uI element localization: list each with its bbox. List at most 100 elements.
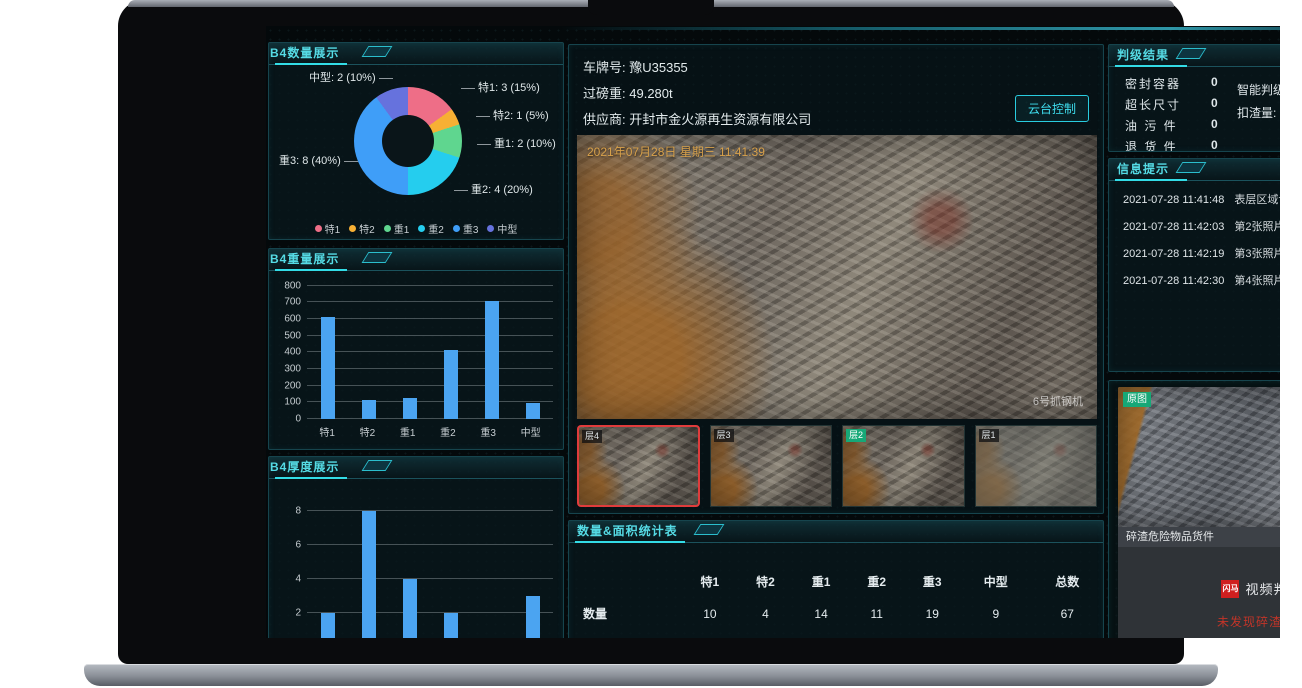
top-glow-line (561, 27, 1280, 30)
info-message-text: 第4张照片表层判级 (1234, 275, 1280, 287)
table-row-label: 面积 (569, 631, 682, 638)
y-axis-tick: 2 (295, 607, 301, 618)
weight-bar-chart: 0100200300400500600700800 特1特2重1重2重3中型 (277, 279, 553, 439)
donut-callout-text: 特1: 3 (15%) (478, 82, 540, 94)
donut-callout: 中型: 2 (10%) (309, 69, 396, 85)
donut-legend: 特1 特2 重1 重2 重3 中型 (269, 221, 563, 236)
donut-callout: 重1: 2 (10%) (474, 135, 556, 151)
y-axis-tick: 4 (295, 573, 301, 584)
table-cell: — (904, 631, 960, 638)
quantity-donut-chart: 特1: 3 (15%)特2: 1 (5%)重1: 2 (10%)重2: 4 (2… (269, 67, 563, 217)
donut-callout-text: 重1: 2 (10%) (494, 138, 556, 150)
info-message: 2021-07-28 11:42:19第3张照片表层判级 (1123, 245, 1280, 261)
bar (321, 317, 335, 419)
thickness-bar-chart: 2468 (277, 497, 553, 638)
plate-value: 豫U35355 (629, 60, 688, 75)
statistics-panel: 数量&面积统计表 特1特2重1重2重3中型总数数量104141119967面积—… (568, 520, 1104, 638)
result-card: 原图 碎渣危险物品货件 闪马 视频判级平台 未发现碎渣危险物件 (1118, 387, 1280, 638)
table-cell: — (738, 631, 794, 638)
x-axis-label: 特1 (319, 424, 335, 439)
y-axis-tick: 8 (295, 505, 301, 516)
table-header-row: 特1特2重1重2重3中型总数 (569, 567, 1103, 596)
table-header-cell: 中型 (960, 567, 1031, 596)
info-message-time: 2021-07-28 11:42:30 (1123, 275, 1224, 287)
ptz-control-button[interactable]: 云台控制 (1015, 95, 1089, 122)
original-image-tag: 原图 (1123, 392, 1151, 407)
legend-label: 特1 (325, 221, 341, 236)
bar (362, 400, 376, 419)
table-row-label: 数量 (569, 596, 682, 631)
legend-label: 重3 (463, 221, 479, 236)
y-axis-tick: 700 (284, 297, 301, 308)
thickness-plot-area: 2468 (307, 497, 553, 638)
legend-item[interactable]: 中型 (487, 221, 517, 236)
legend-item[interactable]: 特2 (349, 221, 375, 236)
info-message-text: 第3张照片表层判级 (1234, 248, 1280, 260)
photo-thumbnail[interactable]: 层4 (577, 425, 700, 507)
photo-thumbnail[interactable]: 层3 (710, 425, 833, 507)
dashboard-screen: B4数量展示 特1: 3 (15%)特2: 1 (5%)重1: 2 (10%)重… (266, 26, 1280, 638)
table-row: 面积——————— (569, 631, 1103, 638)
table-cell: 11 (849, 596, 905, 631)
result-panel: 原图 碎渣危险物品货件 闪马 视频判级平台 未发现碎渣危险物件 (1108, 380, 1280, 638)
quantity-panel-title: B4数量展示 (269, 43, 563, 65)
table-cell: — (682, 631, 738, 638)
bar (321, 613, 335, 638)
info-message: 2021-07-28 11:41:48表层区域计算成功 (1123, 191, 1280, 207)
bar (526, 403, 540, 419)
weighbridge-label: 过磅重: (583, 86, 626, 101)
legend-dot-icon (487, 225, 494, 232)
photo-thumbnail[interactable]: 层2 (842, 425, 965, 507)
platform-logo-row: 闪马 视频判级平台 (1118, 579, 1280, 598)
grading-item-value: 0 (1211, 96, 1218, 110)
thumbnail-layer-tag: 层3 (714, 429, 734, 442)
weight-panel: B4重量展示 0100200300400500600700800 特1特2重1重… (268, 248, 564, 450)
panel-title-text: 数量&面积统计表 (577, 524, 678, 538)
bars-group (307, 497, 553, 638)
table-header-cell: 重2 (849, 567, 905, 596)
x-axis-label: 重1 (400, 424, 416, 439)
legend-item[interactable]: 重2 (418, 221, 444, 236)
table-row: 数量104141119967 (569, 596, 1103, 631)
thumbnail-layer-tag: 层1 (979, 429, 999, 442)
photo-timestamp: 2021年07月28日 星期三 11:41:39 (587, 143, 765, 160)
y-axis-tick: 100 (284, 397, 301, 408)
grading-panel-title: 判级结果 (1109, 45, 1280, 67)
grading-item-value: 0 (1211, 117, 1218, 131)
table-cell: — (793, 631, 849, 638)
table-header-cell: 重1 (793, 567, 849, 596)
grading-item: 退 货 件0 (1125, 138, 1178, 152)
legend-dot-icon (315, 225, 322, 232)
legend-item[interactable]: 特1 (315, 221, 341, 236)
bar (444, 350, 458, 419)
panel-title-text: 判级结果 (1117, 48, 1169, 62)
legend-item[interactable]: 重3 (453, 221, 479, 236)
info-message-text: 表层区域计算成功 (1234, 194, 1280, 206)
panel-title-text: B4厚度展示 (270, 460, 339, 474)
info-panel: 信息提示 2021-07-28 11:41:48表层区域计算成功2021-07-… (1108, 158, 1280, 372)
legend-label: 重2 (428, 221, 444, 236)
legend-label: 中型 (497, 221, 517, 236)
bar (403, 398, 417, 419)
result-verdict: 未发现碎渣危险物件 (1118, 613, 1280, 630)
grading-item: 密封容器0 (1125, 75, 1181, 92)
thumbnail-layer-tag: 层2 (846, 429, 866, 442)
result-caption: 碎渣危险物品货件 (1118, 527, 1280, 547)
x-axis-label: 中型 (521, 424, 541, 439)
grading-panel: 判级结果 密封容器0超长尺寸0油 污 件0退 货 件0 智能判级:扣渣量: (1108, 44, 1280, 152)
y-axis-tick: 200 (284, 380, 301, 391)
donut-callout: 重2: 4 (20%) (451, 181, 533, 197)
panel-title-text: B4重量展示 (270, 252, 339, 266)
photo-thumbnail[interactable]: 层1 (975, 425, 1098, 507)
camera-notch (588, 0, 714, 15)
quantity-panel: B4数量展示 特1: 3 (15%)特2: 1 (5%)重1: 2 (10%)重… (268, 42, 564, 240)
laptop-base (84, 664, 1218, 686)
table-cell: 19 (904, 596, 960, 631)
bar (403, 579, 417, 638)
laptop-mockup: B4数量展示 特1: 3 (15%)特2: 1 (5%)重1: 2 (10%)重… (0, 0, 1302, 688)
legend-item[interactable]: 重1 (384, 221, 410, 236)
table-cell: 9 (960, 596, 1031, 631)
bars-group (307, 279, 553, 419)
grading-side-label: 智能判级: (1237, 81, 1280, 98)
platform-name: 视频判级平台 (1245, 579, 1280, 598)
